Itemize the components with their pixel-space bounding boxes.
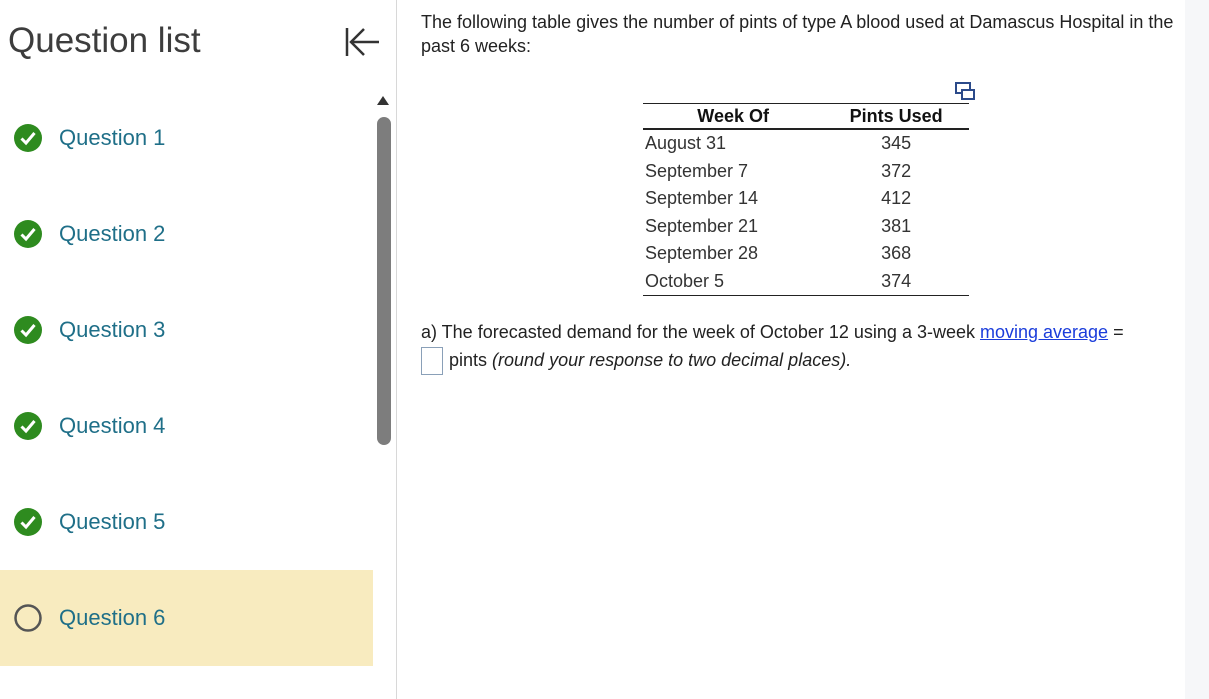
- panel-divider: [396, 0, 397, 699]
- question-label: Question 6: [59, 605, 166, 630]
- week-cell: October 5: [643, 267, 824, 296]
- question-item-5[interactable]: Question 5: [0, 474, 373, 570]
- question-item-3[interactable]: Question 3: [0, 282, 373, 378]
- sidebar-title: Question list: [8, 21, 201, 60]
- column-header-pints: Pints Used: [823, 103, 969, 130]
- table-row: September 14 412: [643, 185, 969, 213]
- collapse-left-icon: [345, 28, 379, 56]
- check-circle-icon: [14, 124, 42, 152]
- week-cell: September 7: [645, 160, 749, 181]
- part-a-text: a) The forecasted demand for the week of…: [421, 322, 980, 342]
- check-circle-icon: [14, 412, 42, 440]
- table-row: September 21 381: [643, 213, 969, 241]
- question-label: Question 2: [59, 221, 166, 246]
- equals-sign: =: [1108, 322, 1124, 342]
- week-cell: August 31: [645, 133, 727, 153]
- moving-average-link[interactable]: moving average: [980, 322, 1108, 342]
- table-row: September 28 368: [643, 240, 969, 268]
- table-header-row: Week Of Pints Used: [643, 103, 969, 130]
- week-cell: September 14: [645, 188, 759, 208]
- question-item-6[interactable]: Question 6: [0, 570, 373, 666]
- check-circle-icon: [14, 316, 42, 344]
- question-label: Question 4: [59, 413, 166, 438]
- table-row: September 7 372: [643, 158, 969, 186]
- question-label: Question 1: [59, 125, 166, 150]
- pints-cell: 372: [881, 160, 912, 181]
- pints-cell: 412: [881, 188, 912, 208]
- scroll-up-arrow[interactable]: [377, 96, 389, 105]
- check-circle-icon: [14, 220, 42, 248]
- question-item-4[interactable]: Question 4: [0, 378, 373, 474]
- pints-cell: 368: [881, 243, 912, 263]
- question-item-2[interactable]: Question 2: [0, 186, 373, 282]
- answer-input[interactable]: [421, 347, 443, 376]
- question-item-1[interactable]: Question 1: [0, 90, 373, 186]
- column-header-week: Week Of: [643, 103, 824, 130]
- pints-cell: 345: [881, 133, 912, 153]
- part-a-prompt: a) The forecasted demand for the week of…: [421, 318, 1196, 376]
- question-label: Question 5: [59, 509, 166, 534]
- popout-icon[interactable]: [955, 82, 975, 100]
- question-list-sidebar: Question list Question 1 Question 2 Ques…: [0, 0, 379, 699]
- empty-circle-icon: [14, 604, 42, 632]
- blood-usage-table: Week Of Pints Used August 31 345 Septemb…: [643, 103, 969, 296]
- question-label: Question 3: [59, 317, 166, 342]
- week-cell: September 21: [645, 215, 759, 236]
- collapse-sidebar-button[interactable]: [338, 24, 384, 60]
- rounding-hint: (round your response to two decimal plac…: [492, 350, 852, 370]
- week-cell: September 28: [645, 243, 759, 263]
- sidebar-scrollbar-thumb[interactable]: [377, 117, 391, 445]
- table-row: October 5 374: [643, 267, 969, 296]
- pints-cell: 381: [881, 215, 912, 236]
- check-circle-icon: [14, 508, 42, 536]
- unit-label: pints: [449, 350, 493, 370]
- question-intro: The following table gives the number of …: [421, 12, 1174, 56]
- pints-cell: 374: [823, 267, 969, 296]
- table-row: August 31 345: [643, 129, 969, 158]
